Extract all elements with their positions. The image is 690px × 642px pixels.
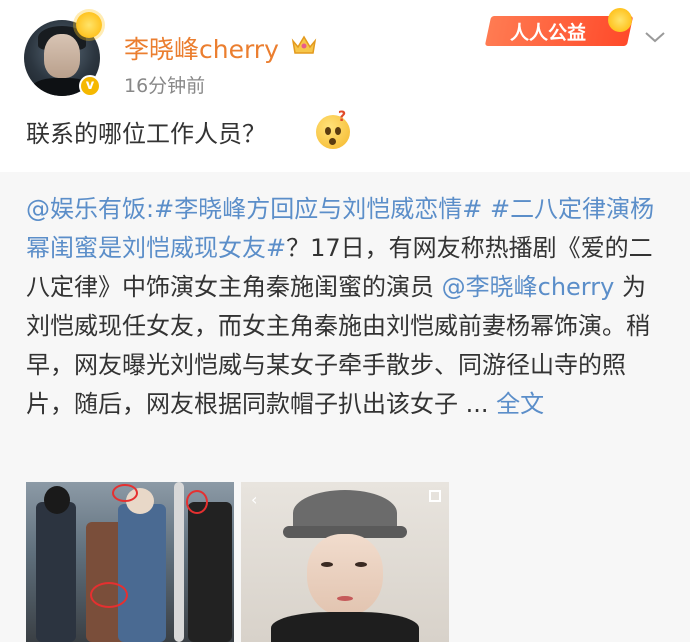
eye-left bbox=[321, 562, 333, 567]
photo-thumbnail-1[interactable] bbox=[26, 482, 234, 642]
emoji-eye-left bbox=[325, 127, 331, 135]
post-timestamp: 16分钟前 bbox=[124, 75, 206, 97]
photo-thumbnail-2[interactable]: ‹ bbox=[241, 482, 449, 642]
mention-user-link[interactable]: @李晓峰cherry bbox=[442, 273, 615, 301]
highlight-circle-cap-2 bbox=[186, 490, 208, 514]
expand-icon[interactable] bbox=[429, 490, 441, 502]
full-text-link[interactable]: 全文 bbox=[496, 390, 544, 418]
torso bbox=[271, 612, 419, 642]
figure-1-head bbox=[44, 486, 70, 514]
charity-badge[interactable]: 人人公益 bbox=[484, 6, 638, 50]
verified-badge-icon: v bbox=[79, 75, 101, 97]
emoji-mouth bbox=[329, 138, 336, 145]
lips bbox=[337, 596, 353, 601]
figure-4 bbox=[188, 502, 232, 642]
face bbox=[307, 534, 383, 616]
hashtag-link-1[interactable]: #李晓峰方回应与刘恺威恋情# bbox=[154, 195, 482, 223]
figure-1 bbox=[36, 502, 76, 642]
sun-icon bbox=[608, 8, 632, 32]
post-header: v 李晓峰cherry 16分钟前 人人公益 联系的哪位工作人员？ ? bbox=[0, 0, 690, 172]
crown-icon bbox=[291, 35, 317, 54]
sun-decoration-icon bbox=[76, 12, 102, 38]
repost-text: @娱乐有饭:#李晓峰方回应与刘恺威恋情# #二八定律演杨幂闺蜜是刘恺威现女友#？… bbox=[26, 190, 666, 424]
colon-text: : bbox=[146, 195, 155, 223]
eye-right bbox=[355, 562, 367, 567]
mention-source-link[interactable]: @娱乐有饭 bbox=[26, 195, 146, 223]
emoji-question-mark: ? bbox=[338, 109, 347, 125]
chevron-down-icon[interactable] bbox=[644, 28, 666, 46]
thinking-emoji-icon: ? bbox=[316, 109, 350, 149]
username[interactable]: 李晓峰cherry bbox=[124, 30, 279, 66]
avatar-face bbox=[44, 34, 80, 78]
figure-3 bbox=[118, 504, 166, 642]
highlight-circle-bag bbox=[90, 582, 128, 608]
reposted-content: @娱乐有饭:#李晓峰方回应与刘恺威恋情# #二八定律演杨幂闺蜜是刘恺威现女友#？… bbox=[0, 172, 690, 642]
post-text: 联系的哪位工作人员？ bbox=[26, 120, 266, 148]
highlight-circle-cap bbox=[112, 484, 138, 502]
photo-divider bbox=[174, 482, 184, 642]
charity-badge-label: 人人公益 bbox=[510, 22, 587, 44]
back-arrow-icon[interactable]: ‹ bbox=[251, 490, 257, 509]
emoji-eye-right bbox=[335, 127, 341, 135]
